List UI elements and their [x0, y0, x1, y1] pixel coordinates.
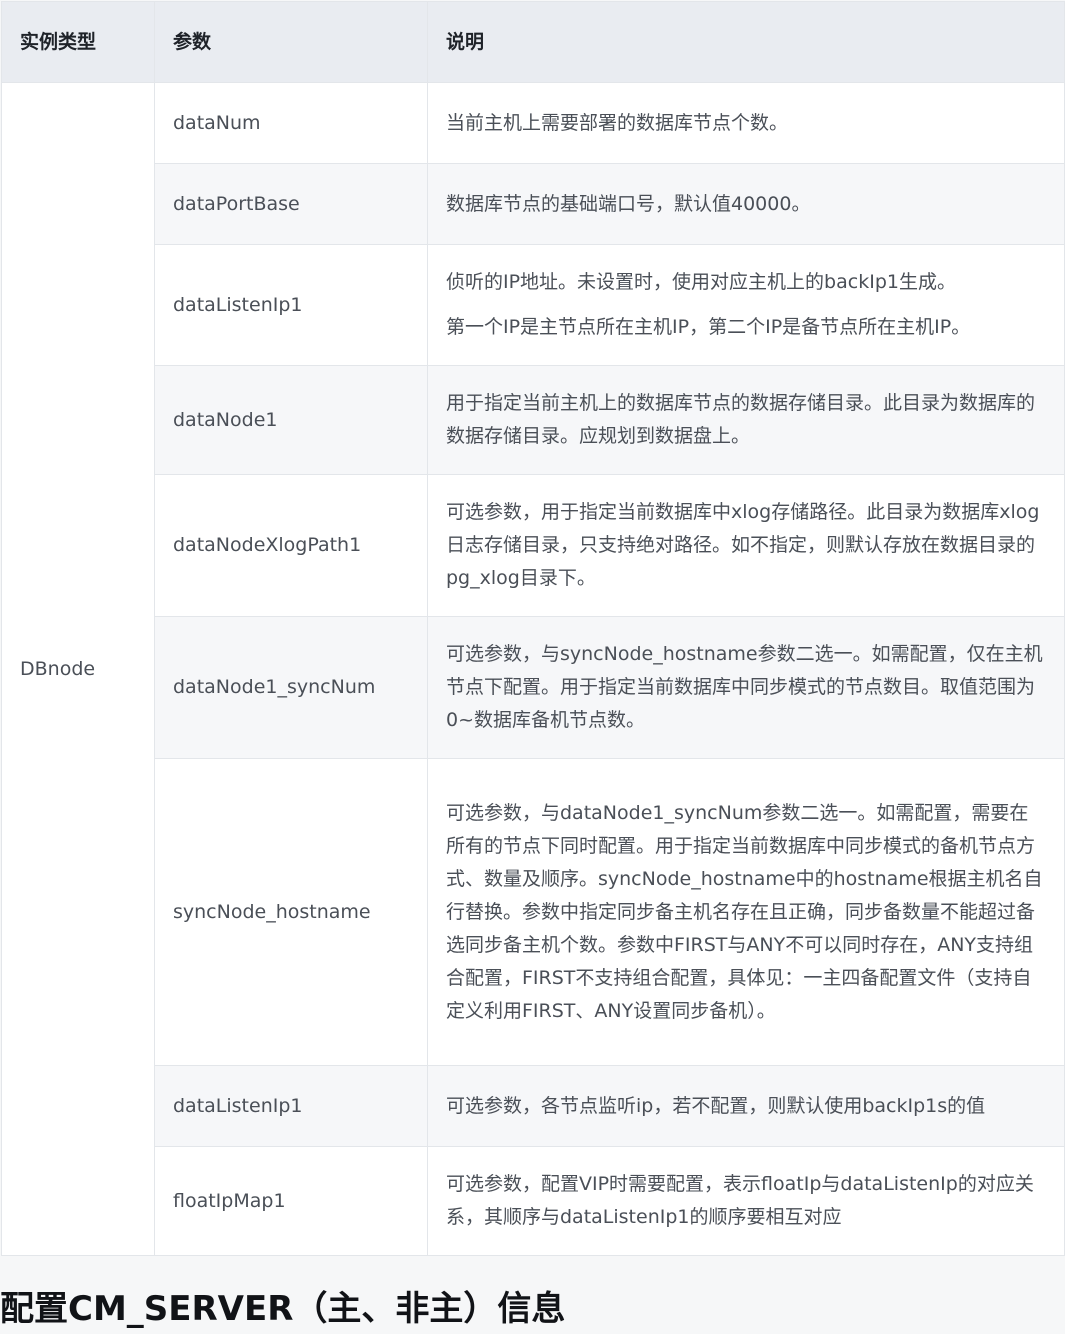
param-description: 可选参数，用于指定当前数据库中xlog存储路径。此目录为数据库xlog日志存储目… — [427, 474, 1065, 617]
param-description: 数据库节点的基础端口号，默认值40000。 — [427, 163, 1065, 245]
description-text: 可选参数，配置VIP时需要配置，表示floatIp与dataListenIp的对… — [446, 1173, 1034, 1228]
param-name: dataListenIp1 — [154, 244, 428, 366]
header-parameter: 参数 — [154, 1, 428, 83]
param-name: dataPortBase — [154, 163, 428, 245]
description-text: 数据库节点的基础端口号，默认值40000。 — [446, 192, 811, 215]
table-row: dataPortBase 数据库节点的基础端口号，默认值40000。 — [2, 163, 1065, 245]
header-description: 说明 — [427, 1, 1065, 83]
param-description: 用于指定当前主机上的数据库节点的数据存储目录。此目录为数据库的数据存储目录。应规… — [427, 365, 1065, 475]
param-description: 侦听的IP地址。未设置时，使用对应主机上的backIp1生成。 第一个IP是主节… — [427, 244, 1065, 366]
description-text: 第一个IP是主节点所在主机IP，第二个IP是备节点所在主机IP。 — [446, 316, 971, 338]
param-name: floatIpMap1 — [154, 1146, 428, 1256]
param-description: 可选参数，与syncNode_hostname参数二选一。如需配置，仅在主机节点… — [427, 616, 1065, 759]
table-row: DBnode dataNum 当前主机上需要部署的数据库节点个数。 — [1, 82, 1065, 1256]
table-header-row: 实例类型 参数 说明 — [1, 1, 1065, 83]
table-row: dataNodeXlogPath1 可选参数，用于指定当前数据库中xlog存储路… — [2, 474, 1065, 617]
parameter-table: 实例类型 参数 说明 DBnode dataNum 当前主机上需要部署的数据库节… — [1, 1, 1065, 1256]
table-row: dataNode1_syncNum 可选参数，与syncNode_hostnam… — [2, 616, 1065, 759]
table-row: syncNode_hostname 可选参数，与dataNode1_syncNu… — [2, 758, 1065, 1066]
table-row: floatIpMap1 可选参数，配置VIP时需要配置，表示floatIp与da… — [2, 1146, 1065, 1256]
param-description: 可选参数，配置VIP时需要配置，表示floatIp与dataListenIp的对… — [427, 1146, 1065, 1256]
description-text: 可选参数，与dataNode1_syncNum参数二选一。如需配置，需要在所有的… — [446, 801, 1043, 1022]
description-text: 用于指定当前主机上的数据库节点的数据存储目录。此目录为数据库的数据存储目录。应规… — [446, 392, 1036, 447]
table-row: dataListenIp1 侦听的IP地址。未设置时，使用对应主机上的backI… — [2, 244, 1065, 366]
param-name: dataNodeXlogPath1 — [154, 474, 428, 617]
param-description: 可选参数，与dataNode1_syncNum参数二选一。如需配置，需要在所有的… — [427, 758, 1065, 1066]
param-name: syncNode_hostname — [154, 758, 428, 1066]
instance-type-cell: DBnode — [1, 82, 155, 1256]
description-text: 可选参数，各节点监听ip，若不配置，则默认使用backIp1s的值 — [446, 1094, 986, 1117]
description-text: 可选参数，与syncNode_hostname参数二选一。如需配置，仅在主机节点… — [446, 643, 1043, 731]
description-text: 侦听的IP地址。未设置时，使用对应主机上的backIp1生成。 — [446, 271, 956, 293]
header-instance-type: 实例类型 — [1, 1, 155, 83]
description-text: 当前主机上需要部署的数据库节点个数。 — [446, 111, 789, 134]
section-heading: 配置CM_SERVER（主、非主）信息 — [0, 1289, 566, 1329]
table-row: dataListenIp1 可选参数，各节点监听ip，若不配置，则默认使用bac… — [2, 1065, 1065, 1147]
param-name: dataListenIp1 — [154, 1065, 428, 1147]
param-name: dataNode1 — [154, 365, 428, 475]
param-description: 可选参数，各节点监听ip，若不配置，则默认使用backIp1s的值 — [427, 1065, 1065, 1147]
description-text: 可选参数，用于指定当前数据库中xlog存储路径。此目录为数据库xlog日志存储目… — [446, 501, 1040, 589]
param-name: dataNum — [154, 82, 428, 164]
param-name: dataNode1_syncNum — [154, 616, 428, 759]
table-row: dataNode1 用于指定当前主机上的数据库节点的数据存储目录。此目录为数据库… — [2, 365, 1065, 475]
param-description: 当前主机上需要部署的数据库节点个数。 — [427, 82, 1065, 164]
